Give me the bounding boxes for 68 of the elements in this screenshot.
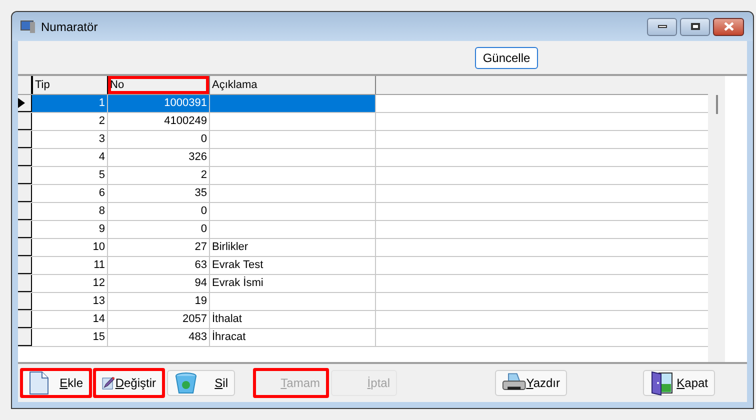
row-indicator[interactable] [18,95,32,112]
table-cell: İhracat [210,329,376,346]
table-cell: 2057 [108,311,210,328]
table-cell: 9 [32,221,108,238]
toolbar-button[interactable]: Sil [167,370,235,396]
table-cell: 27 [108,239,210,256]
scrollbar[interactable] [708,76,725,362]
document-icon [29,371,49,395]
table-cell: 63 [108,257,210,274]
table-cell: Evrak İsmi [210,275,376,292]
table-cell: Birlikler [210,239,376,256]
table-cell: 0 [108,221,210,238]
row-indicator[interactable] [18,149,32,166]
table-cell: 14 [32,311,108,328]
door-icon [650,370,674,396]
highlight-frame [20,368,92,398]
column-header[interactable]: Açıklama [210,76,376,94]
table-cell: 2 [108,167,210,184]
row-indicator[interactable] [18,275,32,292]
toolbar-button[interactable]: Yazdır [495,370,567,396]
close-button[interactable] [713,18,744,36]
window-title: Numaratör [41,18,98,36]
row-indicator[interactable] [18,221,32,238]
table-cell: 2 [32,113,108,130]
row-indicator[interactable] [18,167,32,184]
row-indicator[interactable] [18,113,32,130]
computer-icon [20,18,36,34]
column-header[interactable]: Tip [32,76,108,94]
row-indicator[interactable] [18,203,32,220]
table-cell: 0 [108,203,210,220]
row-indicator[interactable] [18,185,32,202]
highlight-frame [93,368,165,398]
refresh-button[interactable]: Güncelle [475,46,538,68]
table-cell: 94 [108,275,210,292]
toolbar-button[interactable]: Kapat [643,370,715,396]
table-cell: 10 [32,239,108,256]
table-cell: 4100249 [108,113,210,130]
row-indicator[interactable] [18,239,32,256]
toolbar-button[interactable]: Ekle [22,370,90,396]
table-cell: 1 [32,95,108,112]
table-cell: 1000391 [108,95,210,112]
row-indicator[interactable] [18,131,32,148]
table-cell: 326 [108,149,210,166]
toolbar-button[interactable]: Değiştir [95,370,163,396]
current-row-icon [18,98,25,108]
table-cell: 4 [32,149,108,166]
table-cell: 12 [32,275,108,292]
close-icon [724,22,734,31]
minimize-button[interactable] [647,18,677,36]
table-cell: 13 [32,293,108,310]
table-cell: 6 [32,185,108,202]
table-cell: 15 [32,329,108,346]
row-indicator[interactable] [18,257,32,274]
table-cell: 0 [108,131,210,148]
recycle-bin-icon [174,371,198,395]
table-cell: Evrak Test [210,257,376,274]
table-cell: 8 [32,203,108,220]
table-cell: 3 [32,131,108,148]
maximize-button[interactable] [680,18,710,36]
table-cell: 11 [32,257,108,274]
table-cell: 35 [108,185,210,202]
row-indicator[interactable] [18,329,32,346]
table-cell: 483 [108,329,210,346]
table-cell: 19 [108,293,210,310]
row-indicator[interactable] [18,311,32,328]
row-indicator[interactable] [18,293,32,310]
table-cell: 5 [32,167,108,184]
table-cell: İthalat [210,311,376,328]
